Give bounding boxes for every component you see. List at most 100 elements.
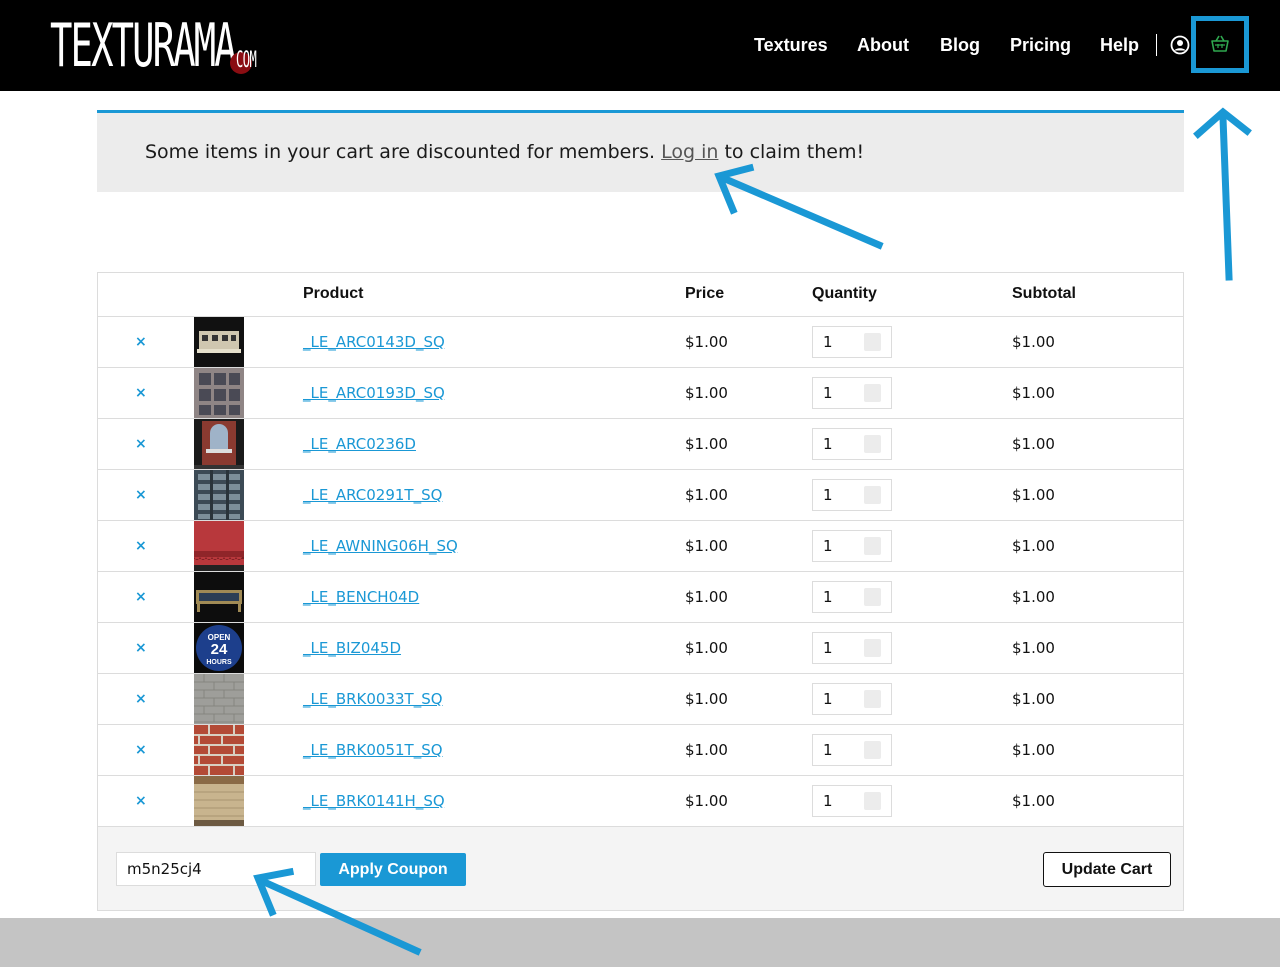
quantity-stepper[interactable]: 1	[812, 581, 892, 613]
quantity-spin-icon[interactable]	[864, 435, 881, 453]
nav-pricing[interactable]: Pricing	[1010, 33, 1071, 57]
product-link[interactable]: _LE_AWNING06H_SQ	[303, 536, 458, 556]
quantity-value: 1	[823, 486, 833, 504]
quantity-spin-icon[interactable]	[864, 537, 881, 555]
product-link[interactable]: _LE_BRK0033T_SQ	[303, 689, 443, 709]
nav-about[interactable]: About	[857, 33, 909, 57]
quantity-spin-icon[interactable]	[864, 639, 881, 657]
table-row: × _LE_ARC0143D_SQ $1.00 1 $1.00	[98, 316, 1183, 367]
product-link[interactable]: _LE_ARC0236D	[303, 434, 416, 454]
product-link[interactable]: _LE_ARC0291T_SQ	[303, 485, 442, 505]
apply-coupon-button[interactable]: Apply Coupon	[320, 853, 466, 886]
quantity-spin-icon[interactable]	[864, 588, 881, 606]
product-thumbnail[interactable]	[194, 317, 244, 367]
product-thumbnail[interactable]	[194, 776, 244, 826]
column-header-product: Product	[303, 285, 364, 302]
nav-help[interactable]: Help	[1100, 33, 1139, 57]
nav-blog[interactable]: Blog	[940, 33, 980, 57]
arrow-to-cart-icon	[1219, 114, 1233, 281]
quantity-spin-icon[interactable]	[864, 486, 881, 504]
product-thumbnail[interactable]	[194, 725, 244, 775]
product-thumbnail[interactable]	[194, 674, 244, 724]
remove-item-button[interactable]: ×	[135, 639, 147, 657]
remove-item-button[interactable]: ×	[135, 384, 147, 402]
quantity-spin-icon[interactable]	[864, 384, 881, 402]
quantity-stepper[interactable]: 1	[812, 683, 892, 715]
item-subtotal: $1.00	[1012, 639, 1055, 657]
column-header-quantity: Quantity	[812, 285, 877, 302]
remove-item-button[interactable]: ×	[135, 792, 147, 810]
item-price: $1.00	[685, 333, 728, 351]
login-link[interactable]: Log in	[661, 141, 718, 163]
item-subtotal: $1.00	[1012, 690, 1055, 708]
table-row: × _LE_ARC0236D $1.00 1 $1.00	[98, 418, 1183, 469]
arrow-head-cart	[1193, 107, 1252, 139]
quantity-spin-icon[interactable]	[864, 741, 881, 759]
item-subtotal: $1.00	[1012, 435, 1055, 453]
remove-item-button[interactable]: ×	[135, 741, 147, 759]
item-price: $1.00	[685, 486, 728, 504]
quantity-spin-icon[interactable]	[864, 333, 881, 351]
table-row: × _LE_BRK0051T_SQ $1.00 1 $1.00	[98, 724, 1183, 775]
quantity-value: 1	[823, 690, 833, 708]
product-thumbnail[interactable]	[194, 572, 244, 622]
quantity-stepper[interactable]: 1	[812, 428, 892, 460]
quantity-stepper[interactable]: 1	[812, 479, 892, 511]
remove-item-button[interactable]: ×	[135, 435, 147, 453]
product-link[interactable]: _LE_BENCH04D	[303, 587, 419, 607]
item-price: $1.00	[685, 537, 728, 555]
quantity-stepper[interactable]: 1	[812, 734, 892, 766]
thumb-text-hours: HOURS	[206, 659, 232, 666]
quantity-stepper[interactable]: 1	[812, 326, 892, 358]
item-subtotal: $1.00	[1012, 486, 1055, 504]
notice-message: Some items in your cart are discounted f…	[145, 141, 864, 163]
product-link[interactable]: _LE_ARC0193D_SQ	[303, 383, 445, 403]
quantity-stepper[interactable]: 1	[812, 377, 892, 409]
remove-item-button[interactable]: ×	[135, 588, 147, 606]
quantity-spin-icon[interactable]	[864, 792, 881, 810]
cart-button[interactable]	[1191, 16, 1249, 73]
update-cart-button[interactable]: Update Cart	[1043, 852, 1171, 887]
quantity-stepper[interactable]: 1	[812, 632, 892, 664]
product-thumbnail[interactable]	[194, 521, 244, 571]
page-footer-bar	[0, 918, 1280, 967]
table-row: × _LE_AWNING06H_SQ $1.00 1 $1.00	[98, 520, 1183, 571]
table-row: × _LE_BENCH04D $1.00 1 $1.00	[98, 571, 1183, 622]
user-circle-icon[interactable]	[1170, 35, 1190, 55]
remove-item-button[interactable]: ×	[135, 690, 147, 708]
notice-text-after: to claim them!	[724, 141, 865, 163]
quantity-value: 1	[823, 333, 833, 351]
product-thumbnail[interactable]	[194, 470, 244, 520]
product-link[interactable]: _LE_BRK0141H_SQ	[303, 791, 445, 811]
cart-actions: Apply Coupon Update Cart	[98, 826, 1183, 910]
site-header: TEXTURAMA COM Textures About Blog Pricin…	[0, 0, 1280, 91]
quantity-stepper[interactable]: 1	[812, 785, 892, 817]
item-price: $1.00	[685, 435, 728, 453]
product-thumbnail[interactable]	[194, 419, 244, 469]
item-price: $1.00	[685, 639, 728, 657]
quantity-stepper[interactable]: 1	[812, 530, 892, 562]
product-thumbnail[interactable]: OPEN 24 HOURS	[194, 623, 244, 673]
remove-item-button[interactable]: ×	[135, 486, 147, 504]
item-subtotal: $1.00	[1012, 384, 1055, 402]
table-row: × _LE_ARC0291T_SQ $1.00 1 $1.00	[98, 469, 1183, 520]
quantity-value: 1	[823, 741, 833, 759]
product-link[interactable]: _LE_BIZ045D	[303, 638, 401, 658]
quantity-value: 1	[823, 435, 833, 453]
logo-suffix: COM	[236, 48, 257, 73]
thumb-text-24: 24	[211, 641, 228, 658]
remove-item-button[interactable]: ×	[135, 537, 147, 555]
product-link[interactable]: _LE_BRK0051T_SQ	[303, 740, 443, 760]
product-thumbnail[interactable]	[194, 368, 244, 418]
item-subtotal: $1.00	[1012, 333, 1055, 351]
product-link[interactable]: _LE_ARC0143D_SQ	[303, 332, 445, 352]
coupon-input[interactable]	[116, 852, 316, 886]
logo-wordmark: TEXTURAMA	[50, 11, 237, 81]
cart-table: Product Price Quantity Subtotal × _LE_AR…	[97, 272, 1184, 911]
basket-icon	[1211, 35, 1229, 52]
item-price: $1.00	[685, 690, 728, 708]
remove-item-button[interactable]: ×	[135, 333, 147, 351]
notice-text-before: Some items in your cart are discounted f…	[145, 141, 656, 163]
nav-textures[interactable]: Textures	[754, 33, 828, 57]
quantity-spin-icon[interactable]	[864, 690, 881, 708]
